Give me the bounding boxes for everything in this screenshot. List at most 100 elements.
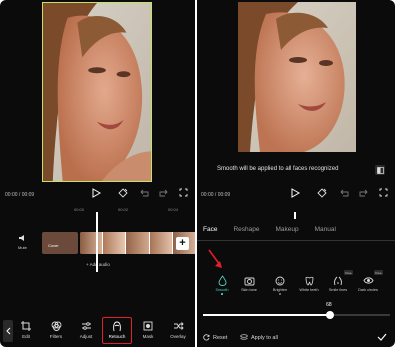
feature-label: White teeth — [299, 288, 319, 292]
feature-smile-lines[interactable]: Free Smile lines — [325, 270, 353, 292]
clip-frame — [149, 232, 173, 254]
ruler-tick: 00:02 — [118, 207, 129, 212]
crop-icon — [21, 321, 31, 331]
brighten-icon — [275, 276, 285, 285]
ruler-tick: 00:04 — [168, 207, 179, 212]
editor-screen: 00:00 / 00:09 00:00 00:02 00:04 Mute Cov… — [0, 0, 195, 347]
fullscreen-icon — [179, 188, 188, 197]
keyframe-icon — [118, 188, 128, 198]
check-icon — [377, 333, 387, 341]
redo-button[interactable] — [159, 189, 168, 197]
smooth-icon — [218, 275, 226, 286]
feature-dark-circles[interactable]: Free Dark circles — [355, 270, 383, 292]
mini-timeline[interactable] — [197, 212, 395, 220]
total-time: 00:09 — [21, 192, 35, 198]
current-time: 00:00 — [5, 192, 18, 198]
add-clip-button[interactable]: + — [176, 237, 189, 250]
add-audio-button[interactable]: + Add audio — [86, 262, 110, 267]
eye-icon — [362, 277, 374, 284]
slider-fill — [203, 314, 331, 316]
tool-overlay[interactable]: Overlay — [165, 320, 191, 342]
feature-smooth[interactable]: Smooth — [209, 275, 235, 295]
status-dot — [279, 293, 281, 295]
tool-label: Filters — [49, 334, 63, 339]
play-button[interactable] — [291, 188, 300, 198]
feature-skin-tone[interactable]: Skin tone — [236, 275, 262, 292]
ruler-tick: 00:00 — [74, 207, 85, 212]
portrait-image — [238, 2, 356, 152]
retouch-tabs: Face Reshape Makeup Manual — [203, 226, 352, 233]
feature-label: Skin tone — [241, 288, 257, 292]
intensity-slider[interactable] — [203, 310, 390, 319]
total-time: 00:09 — [217, 192, 231, 198]
clip-frame — [126, 232, 150, 254]
clip-frame — [103, 232, 127, 254]
tool-edit[interactable]: Edit — [13, 320, 39, 342]
tool-label: Mask — [142, 334, 154, 339]
red-arrow-icon — [208, 249, 222, 268]
keyframe-button[interactable] — [317, 188, 327, 198]
tab-divider — [197, 240, 395, 241]
reset-button[interactable]: Reset — [203, 334, 227, 341]
reset-label: Reset — [213, 334, 228, 341]
teeth-icon — [305, 276, 313, 285]
tab-face[interactable]: Face — [203, 226, 217, 233]
play-icon — [291, 188, 300, 198]
overlay-icon — [173, 322, 184, 330]
redo-icon — [359, 189, 368, 197]
playhead[interactable] — [294, 212, 296, 219]
undo-icon — [340, 189, 349, 197]
feature-white-teeth[interactable]: White teeth — [296, 275, 322, 292]
play-button[interactable] — [92, 188, 101, 198]
retouch-highlight — [102, 317, 132, 344]
skin-tone-icon — [244, 277, 254, 285]
reset-icon — [203, 334, 210, 341]
playhead[interactable] — [96, 212, 98, 272]
confirm-button[interactable] — [377, 333, 387, 341]
smile-lines-icon — [334, 276, 342, 285]
chevron-left-icon — [5, 327, 10, 335]
filters-icon — [51, 321, 61, 331]
portrait-image — [43, 3, 151, 181]
redo-icon — [159, 189, 168, 197]
keyframe-icon — [317, 188, 327, 198]
fullscreen-button[interactable] — [379, 188, 388, 197]
keyframe-button[interactable] — [118, 188, 128, 198]
video-preview[interactable] — [42, 2, 152, 182]
tool-label: Overlay — [170, 334, 186, 339]
undo-icon — [140, 189, 149, 197]
applied-dot — [221, 293, 223, 295]
tab-reshape[interactable]: Reshape — [233, 226, 259, 233]
back-button[interactable] — [3, 320, 13, 342]
redo-button[interactable] — [359, 189, 368, 197]
feature-brighten[interactable]: Brighten — [267, 275, 293, 295]
cover-label: Cover — [48, 243, 59, 248]
undo-button[interactable] — [140, 189, 149, 197]
compare-button[interactable] — [375, 165, 385, 175]
current-time: 00:00 — [201, 192, 214, 198]
tab-makeup[interactable]: Makeup — [275, 226, 298, 233]
tool-mask[interactable]: Mask — [135, 320, 161, 342]
cover-thumbnail[interactable]: Cover — [42, 232, 78, 254]
fullscreen-icon — [379, 188, 388, 197]
undo-button[interactable] — [340, 189, 349, 197]
free-badge: Free — [343, 270, 353, 275]
apply-to-all-label: Apply to all — [251, 334, 278, 341]
apply-to-all-button[interactable]: Apply to all — [240, 334, 278, 341]
video-preview[interactable] — [238, 2, 356, 152]
adjust-icon — [81, 322, 91, 330]
fullscreen-button[interactable] — [179, 188, 188, 197]
mask-icon — [143, 321, 153, 331]
tool-filters[interactable]: Filters — [43, 320, 69, 342]
free-badge: Free — [373, 270, 383, 275]
feature-label: Smooth — [215, 288, 229, 292]
layers-icon — [240, 334, 248, 340]
tool-adjust[interactable]: Adjust — [73, 320, 99, 342]
smooth-toast: Smooth will be applied to all faces reco… — [217, 166, 339, 172]
feature-label: Smile lines — [328, 288, 348, 292]
mute-button[interactable] — [18, 234, 27, 242]
feature-label: Brighten — [272, 288, 288, 292]
mute-label: Mute — [18, 245, 27, 250]
slider-handle[interactable] — [326, 310, 335, 319]
tab-manual[interactable]: Manual — [315, 226, 336, 233]
